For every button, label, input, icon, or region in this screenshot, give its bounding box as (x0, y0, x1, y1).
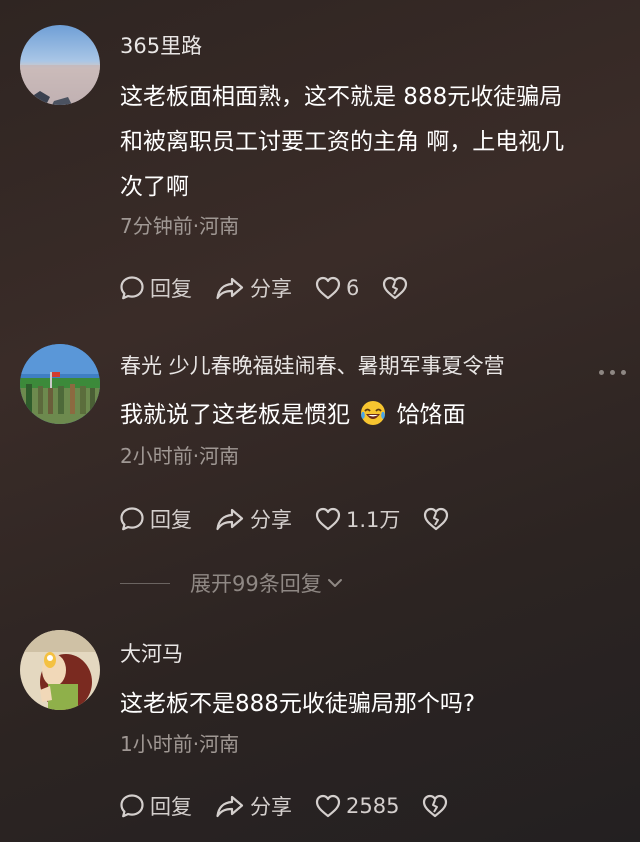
comment-text-part: 饸饹面 (396, 402, 466, 428)
comment-item: 春光 少儿春晚福娃闹春、暑期军事夏令营 我就说了这老板是惯犯 饸饹面 2小时前·… (0, 320, 640, 550)
comment-text-line: 和被离职员工讨要工资的主角 啊，上电视几 (120, 129, 565, 155)
heart-icon (315, 276, 341, 300)
share-button[interactable]: 分享 (214, 504, 292, 534)
like-count: 2585 (346, 794, 400, 818)
avatar-lake-image (20, 25, 100, 105)
comment-actions: 回复 分享 2585 (118, 791, 475, 821)
share-button[interactable]: 分享 (214, 273, 292, 303)
comment-meta: 2小时前·河南 (120, 444, 240, 468)
like-button[interactable]: 2585 (314, 792, 399, 820)
comment-meta: 1小时前·河南 (120, 732, 240, 756)
username[interactable]: 大河马 (120, 640, 183, 668)
like-button[interactable]: 1.1万 (314, 504, 400, 534)
avatar[interactable] (20, 344, 100, 424)
share-button[interactable]: 分享 (214, 791, 292, 821)
reply-button[interactable]: 回复 (118, 504, 192, 534)
comment-bubble-icon (120, 276, 144, 300)
comment-item: 365里路 这老板面相面熟，这不就是 888元收徒骗局 和被离职员工讨要工资的主… (0, 0, 640, 320)
divider-line (120, 582, 170, 584)
broken-heart-icon (423, 794, 448, 818)
username[interactable]: 春光 少儿春晚福娃闹春、暑期军事夏令营 (120, 352, 505, 380)
reply-label: 回复 (150, 795, 192, 819)
share-arrow-icon (216, 795, 244, 818)
like-button[interactable]: 6 (314, 274, 359, 302)
comment-text-line: 次了啊 (120, 174, 189, 200)
comment-meta: 7分钟前·河南 (120, 214, 240, 238)
chevron-down-icon (327, 579, 342, 587)
laughing-crying-emoji (361, 401, 386, 425)
comment-bubble-icon (120, 794, 144, 818)
like-count: 6 (346, 276, 360, 300)
share-label: 分享 (250, 508, 292, 532)
expand-replies-label: 展开99条回复 (190, 572, 322, 596)
avatar[interactable] (20, 630, 100, 710)
comment-text-part: 我就说了这老板是惯犯 (120, 402, 350, 428)
broken-heart-icon (424, 507, 449, 531)
share-arrow-icon (216, 508, 244, 531)
dislike-button[interactable] (421, 792, 453, 820)
dislike-button[interactable] (422, 505, 454, 533)
share-arrow-icon (216, 277, 244, 300)
share-label: 分享 (250, 795, 292, 819)
reply-label: 回复 (150, 277, 192, 301)
comment-bubble-icon (120, 507, 144, 531)
avatar-cartoon-image (20, 630, 100, 710)
reply-label: 回复 (150, 508, 192, 532)
expand-replies-button[interactable]: 展开99条回复 (120, 568, 346, 598)
comment-actions: 回复 分享 6 (118, 273, 435, 303)
share-label: 分享 (250, 277, 292, 301)
comment-actions: 回复 分享 1.1万 (118, 504, 476, 534)
like-count: 1.1万 (346, 508, 401, 532)
broken-heart-icon (383, 276, 408, 300)
more-dots-icon[interactable] (599, 370, 626, 375)
comment-item: 大河马 这老板不是888元收徒骗局那个吗? 1小时前·河南 回复 分享 2585 (0, 610, 640, 842)
heart-icon (315, 507, 341, 531)
reply-button[interactable]: 回复 (118, 791, 192, 821)
comment-text: 这老板不是888元收徒骗局那个吗? (120, 691, 476, 717)
dislike-button[interactable] (381, 274, 413, 302)
heart-icon (315, 794, 341, 818)
comment-text: 这老板面相面熟，这不就是 888元收徒骗局 和被离职员工讨要工资的主角 啊，上电… (120, 75, 622, 210)
avatar-camp-image (20, 344, 100, 424)
username[interactable]: 365里路 (120, 32, 202, 60)
avatar[interactable] (20, 25, 100, 105)
comment-text-line: 这老板面相面熟，这不就是 888元收徒骗局 (120, 84, 563, 110)
comment-text: 我就说了这老板是惯犯 饸饹面 (120, 393, 622, 438)
reply-button[interactable]: 回复 (118, 273, 192, 303)
